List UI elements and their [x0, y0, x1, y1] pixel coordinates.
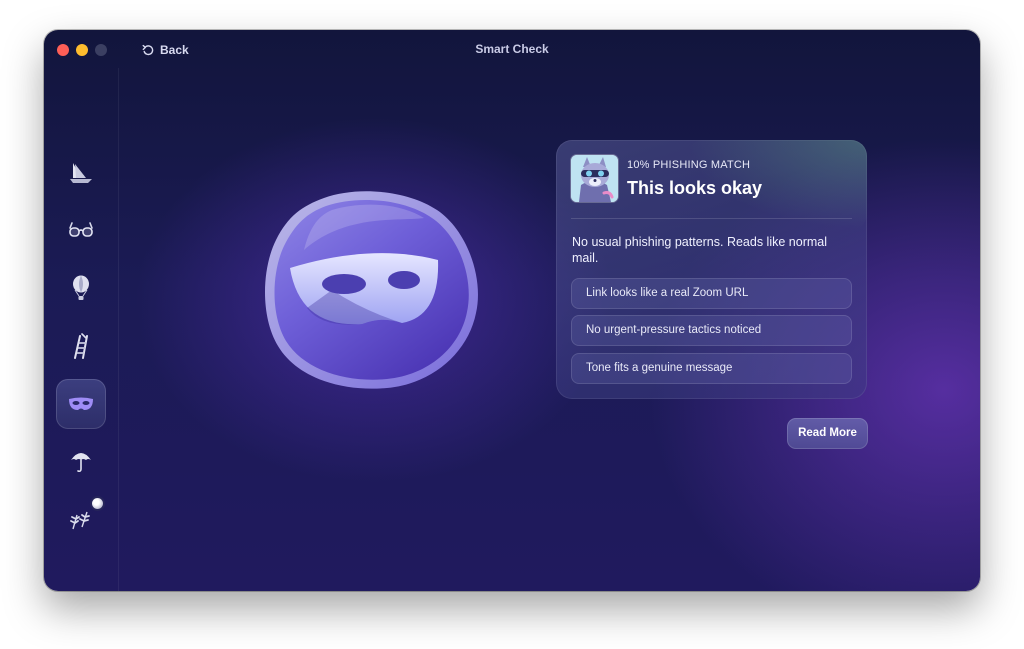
window-title: Smart Check: [475, 42, 549, 56]
sailboat-icon: [70, 163, 92, 183]
app-window: Back Smart Check 10% PHISHING MATCH This…: [44, 30, 980, 591]
reason-item: Link looks like a real Zoom URL: [571, 278, 852, 309]
sidebar-item-smart-check[interactable]: [56, 379, 106, 429]
result-card: 10% PHISHING MATCH This looks okay No us…: [556, 140, 867, 399]
mask-hero-illustration: [262, 188, 482, 392]
hot-air-balloon-icon: [73, 275, 89, 300]
summary-text: No usual phishing patterns. Reads like n…: [572, 235, 827, 265]
reason-item: No urgent-pressure tactics noticed: [571, 315, 852, 346]
mask-3d-icon: [265, 191, 478, 389]
phishing-match-label: 10% PHISHING MATCH: [627, 159, 751, 171]
reason-item: Tone fits a genuine message: [571, 353, 852, 384]
sidebar-item-balloon[interactable]: [56, 263, 106, 313]
leaves-icon: [70, 511, 90, 530]
sidebar-item-ladder[interactable]: [56, 321, 106, 371]
sidebar-item-glasses[interactable]: [56, 205, 106, 255]
sidebar-item-umbrella[interactable]: [56, 436, 106, 486]
title-bar: Back Smart Check: [44, 30, 980, 68]
avatar: [571, 155, 618, 202]
verdict-title: This looks okay: [627, 178, 763, 198]
ladder-icon: [74, 333, 88, 359]
sidebar: [44, 68, 119, 591]
mask-icon: [69, 397, 93, 410]
notification-badge: [92, 498, 103, 509]
card-divider: [571, 218, 852, 219]
read-more-button[interactable]: Read More: [787, 418, 868, 449]
raccoon-mascot-icon: [571, 155, 618, 202]
sidebar-item-sailboat[interactable]: [56, 148, 106, 198]
glasses-icon: [69, 222, 93, 237]
umbrella-icon: [71, 453, 91, 473]
